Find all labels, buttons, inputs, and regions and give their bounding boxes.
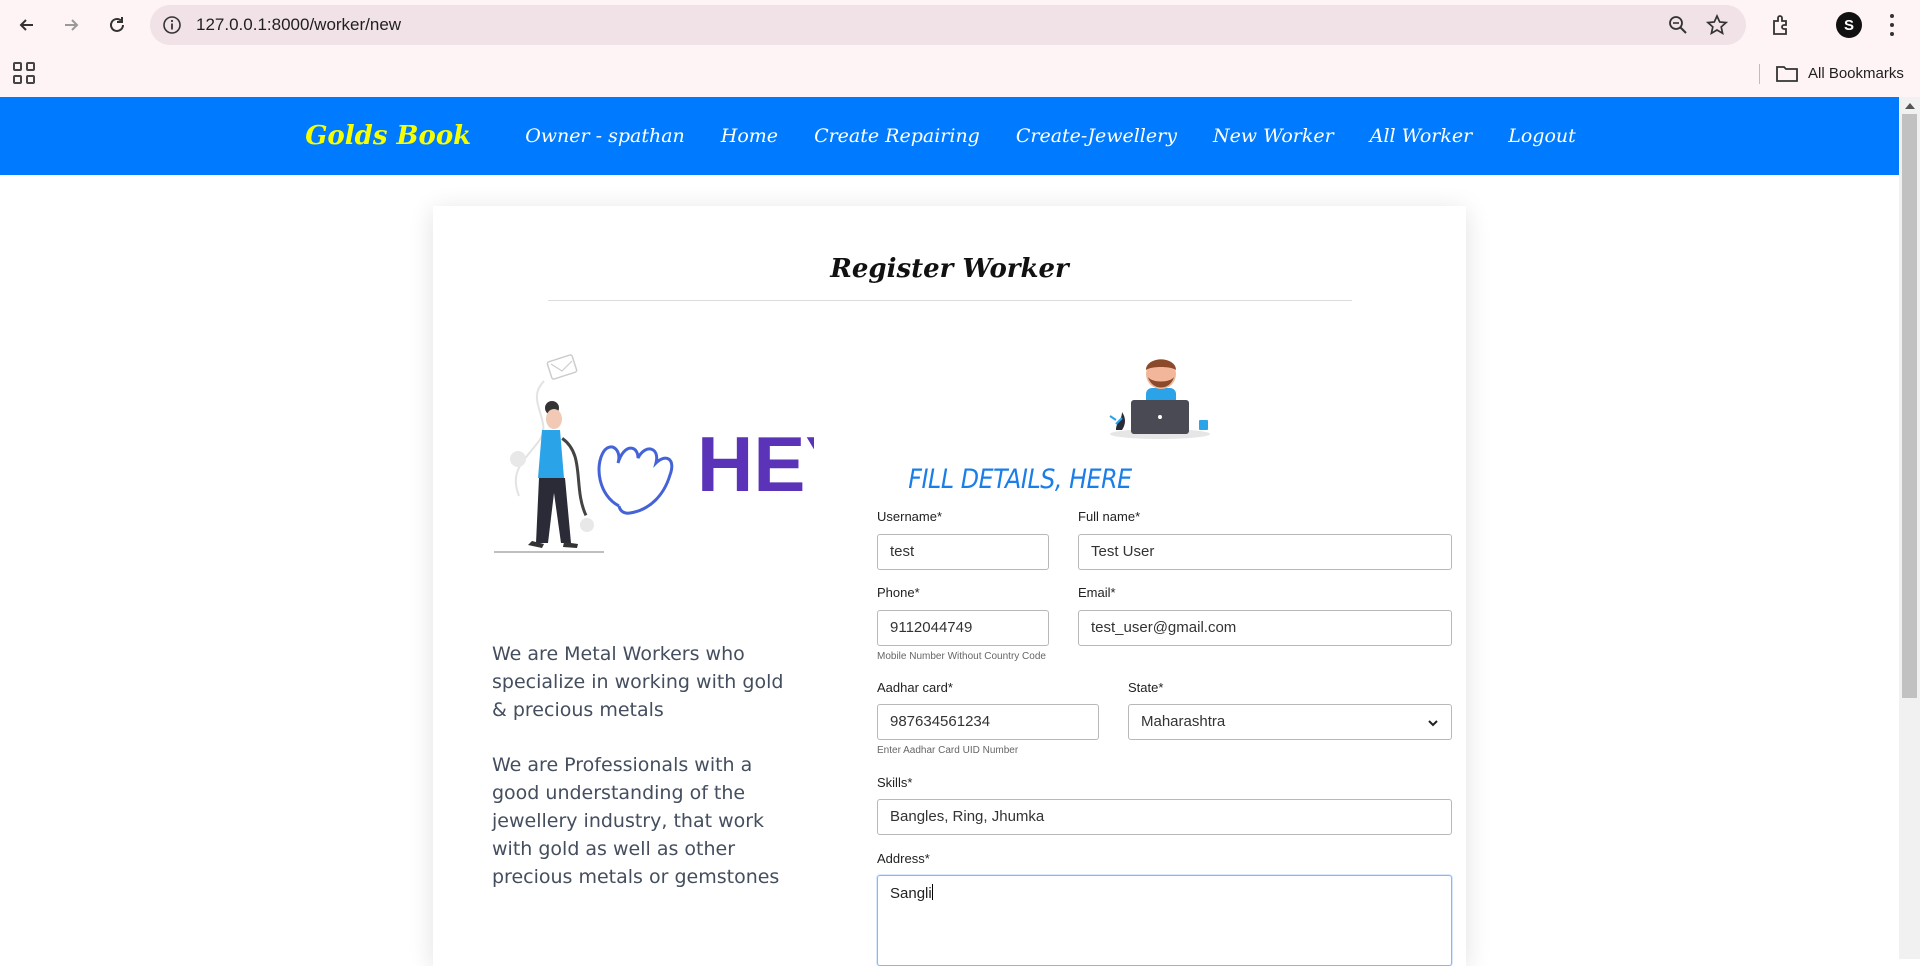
site-info-icon[interactable] [162, 15, 182, 35]
address-value: Sangli [890, 885, 932, 902]
page-scrollbar[interactable] [1899, 97, 1920, 959]
reload-icon[interactable] [101, 9, 133, 41]
page-title: Register Worker [830, 254, 1069, 284]
scrollbar-thumb[interactable] [1902, 114, 1917, 698]
address-textarea[interactable]: Sangli [877, 875, 1452, 966]
nav-link-all-worker[interactable]: All Worker [1370, 125, 1473, 147]
skills-input[interactable]: Bangles, Ring, Jhumka [877, 799, 1452, 835]
about-text: We are Metal Workers who specialize in w… [492, 640, 792, 918]
aadhar-input[interactable]: 987634561234 [877, 704, 1099, 740]
extensions-icon[interactable] [1769, 12, 1795, 38]
chevron-down-icon [1428, 720, 1438, 727]
state-selected-value: Maharashtra [1141, 713, 1226, 730]
back-icon[interactable] [11, 9, 43, 41]
all-bookmarks-button[interactable]: All Bookmarks [1776, 61, 1904, 85]
form-heading: FILL DETAILS, HERE [908, 464, 1132, 495]
about-paragraph-2: We are Professionals with a good underst… [492, 754, 780, 888]
site-navbar: Golds Book Owner - spathan Home Create R… [0, 97, 1899, 175]
username-label: Username* [877, 509, 943, 524]
forward-icon[interactable] [55, 9, 87, 41]
bookmark-star-icon[interactable] [1706, 14, 1728, 36]
browser-toolbar: 127.0.0.1:8000/worker/new S [0, 0, 1920, 50]
scroll-up-arrow-icon[interactable] [1905, 103, 1915, 109]
more-menu-icon[interactable] [1884, 12, 1900, 38]
folder-icon [1776, 66, 1798, 82]
profile-avatar[interactable]: S [1836, 12, 1862, 38]
register-worker-card: Register Worker HEY We are Metal Workers… [433, 206, 1466, 966]
aadhar-help-text: Enter Aadhar Card UID Number [877, 745, 1019, 756]
nav-link-owner[interactable]: Owner - spathan [525, 125, 685, 147]
all-bookmarks-label: All Bookmarks [1808, 64, 1904, 82]
aadhar-label: Aadhar card* [877, 680, 953, 695]
worker-laptop-illustration [1109, 359, 1210, 439]
address-bar[interactable]: 127.0.0.1:8000/worker/new [150, 5, 1746, 45]
url-text: 127.0.0.1:8000/worker/new [196, 15, 402, 34]
nav-link-logout[interactable]: Logout [1508, 125, 1576, 147]
bookmarks-divider [1759, 64, 1760, 84]
zoom-icon[interactable] [1668, 15, 1688, 35]
phone-help-text: Mobile Number Without Country Code [877, 651, 1046, 662]
phone-label: Phone* [877, 585, 920, 600]
address-label: Address* [877, 851, 930, 866]
bookmarks-bar: All Bookmarks [0, 50, 1920, 97]
hey-illustration: HEY [494, 354, 814, 553]
fullname-label: Full name* [1078, 509, 1141, 524]
nav-link-new-worker[interactable]: New Worker [1213, 125, 1334, 147]
fullname-input[interactable]: Test User [1078, 534, 1452, 570]
apps-grid-icon[interactable] [13, 62, 35, 84]
state-label: State* [1128, 680, 1164, 695]
nav-link-create-repairing[interactable]: Create Repairing [814, 125, 980, 147]
text-cursor [931, 884, 933, 900]
hey-text: HEY [697, 420, 814, 508]
skills-label: Skills* [877, 775, 913, 790]
brand-logo[interactable]: Golds Book [305, 121, 471, 151]
email-input[interactable]: test_user@gmail.com [1078, 610, 1452, 646]
about-paragraph-1: We are Metal Workers who specialize in w… [492, 643, 784, 721]
nav-link-create-jewellery[interactable]: Create-Jewellery [1016, 125, 1177, 147]
phone-input[interactable]: 9112044749 [877, 610, 1049, 646]
title-divider [548, 300, 1352, 301]
email-label: Email* [1078, 585, 1116, 600]
username-input[interactable]: test [877, 534, 1049, 570]
nav-link-home[interactable]: Home [721, 125, 778, 147]
state-select[interactable]: Maharashtra [1128, 704, 1452, 740]
